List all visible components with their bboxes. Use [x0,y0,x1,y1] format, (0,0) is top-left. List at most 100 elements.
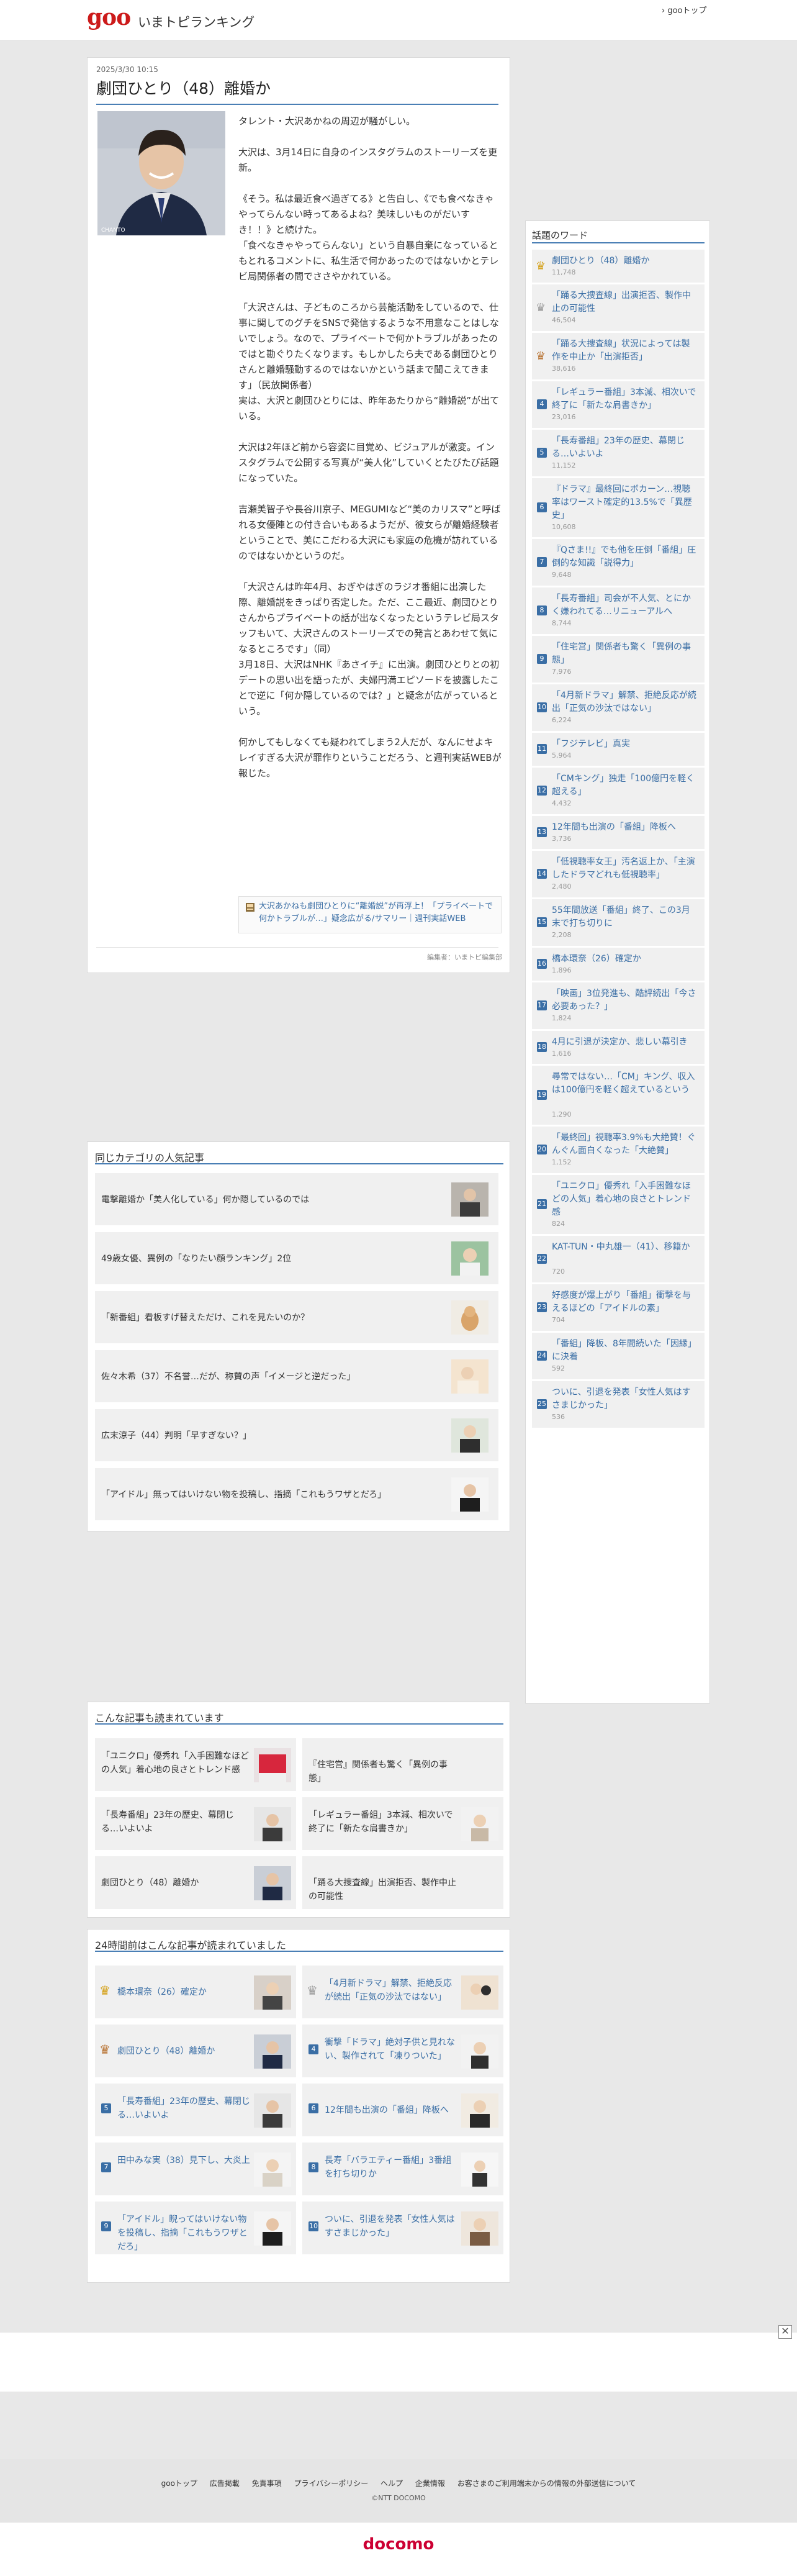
footer-link-disclaimer[interactable]: 免責事項 [252,2479,282,2488]
docomo-logo[interactable]: docomo [0,2535,797,2554]
sidebar-item[interactable]: 24 「番組」降板、8年間続いた「因縁」に決着 592 [532,1333,705,1380]
grid-item[interactable]: 劇団ひとり（48）離婚か [95,1856,296,1909]
grid-item[interactable]: 「踊る大捜査線」出演拒否、製作中止の可能性 [302,1856,503,1909]
ranking-item-title: ついに、引退を発表「女性人気はすさまじかった」 [325,2215,455,2238]
list-item-title: 佐々木希（37）不名誉…だが、称賛の声「イメージと逆だった」 [101,1372,356,1382]
sidebar-item-title: 「住宅営」関係者も驚く「異例の事態」 [552,642,691,665]
grid-item[interactable]: 『住宅営』関係者も驚く「異例の事態」 [302,1738,503,1791]
ranking-item[interactable]: 4 衝撃「ドラマ」絶対子供と見れない、製作されて「凍りついた」 [302,2025,503,2077]
ranking-item-title: 田中みな実（38）見下し、大炎上 [117,2156,250,2166]
article-paragraph: 大沢は、3月14日に自身のインスタグラムのストーリーズを更新。 [238,147,498,173]
list-item[interactable]: 佐々木希（37）不名誉…だが、称賛の声「イメージと逆だった」 [95,1350,498,1403]
sidebar-item[interactable]: 12 「CMキング」独走「100億円を軽く超える」 4,432 [532,768,705,815]
view-count: 11,152 [552,461,576,469]
ranking-item[interactable]: 8 長寿「バラエティー番組」3番組を打ち切りか [302,2143,503,2195]
rank-badge: 20 [537,1145,547,1154]
article-thumbnail [254,2093,291,2128]
view-count: 2,208 [552,931,572,939]
sidebar-item[interactable]: 16 橋本環奈（26）確定か 1,896 [532,948,705,981]
footer-link-company[interactable]: 企業情報 [415,2479,445,2488]
ranking-item-title: 劇団ひとり（48）離婚か [117,2046,215,2056]
rank-badge: 8 [537,605,547,615]
article-paragraph: 「大沢さんは、子どものころから芸能活動をしているので、仕事に関してのグチをSNS… [238,302,500,422]
article-title: 劇団ひとり（48）離婚か [96,79,271,98]
sidebar-item[interactable]: 20 「最終回」視聴率3.9%も大絶賛！ぐんぐん面白くなった「大絶賛」 1,152 [532,1127,705,1174]
view-count: 3,736 [552,835,572,843]
list-item[interactable]: 49歳女優、異例の「なりたい顔ランキング」2位 [95,1232,498,1285]
sidebar-item[interactable]: 17 「映画」3位発進も、酷評続出「今さ必要あった？」 1,824 [532,982,705,1030]
grid-item[interactable]: 「レギュラー番組」3本減、相次いで終了に「新たな肩書きか」 [302,1797,503,1850]
sidebar-item[interactable]: 10 「4月新ドラマ」解禁、拒絶反応が続出「正気の沙汰ではない」 6,224 [532,684,705,732]
ranking-item[interactable]: ♛ 劇団ひとり（48）離婚か [95,2025,296,2077]
site-name[interactable]: いまトピランキング [138,12,254,31]
sidebar-item[interactable]: 7 『Qさま!!』でも他を圧倒「番組」圧倒的な知識「説得力」 9,648 [532,539,705,586]
rank-badge: 13 [537,827,547,837]
sidebar-item[interactable]: ♛ 「踊る大捜査線」状況によっては製作を中止か「出演拒否」 38,616 [532,333,705,380]
ranking-item[interactable]: ♛ 橋本環奈（26）確定か [95,1966,296,2018]
view-count: 1,616 [552,1050,572,1058]
grid-item[interactable]: 「ユニクロ」優秀れ「入手困難なほどの人気」着心地の良さとトレンド感 [95,1738,296,1791]
ranking-item[interactable]: 9 「アイドル」睨ってはいけない物を投稿し、指摘「これもうワザとだろ」 [95,2202,296,2254]
close-ad-button[interactable]: ✕ [778,2325,792,2339]
gold-crown-icon: ♛ [536,260,546,273]
rank-badge: 4 [537,399,547,409]
sidebar-item[interactable]: ♛ 「踊る大捜査線」出演拒否、製作中止の可能性 46,504 [532,284,705,332]
footer-link-help[interactable]: ヘルプ [380,2479,403,2488]
article-thumbnail [451,1241,489,1276]
rank-badge: 5 [101,2103,111,2113]
rank-badge: 22 [537,1254,547,1264]
article-thumbnail [451,1359,489,1394]
sidebar-item-title: 「CMキング」独走「100億円を軽く超える」 [552,774,695,797]
sidebar-item[interactable]: ♛ 劇団ひとり（48）離婚か 11,748 [532,250,705,283]
sidebar-item[interactable]: 11 「フジテレビ」真実 5,964 [532,733,705,766]
sidebar-item[interactable]: 18 4月に引退が決定か、悲しい幕引き 1,616 [532,1031,705,1064]
footer-link-privacy[interactable]: プライバシーポリシー [294,2479,368,2488]
ranking-item[interactable]: 7 田中みな実（38）見下し、大炎上 [95,2143,296,2195]
rank-badge: 10 [308,2221,318,2231]
title-underline [96,104,498,105]
sidebar-item[interactable]: 8 「長寿番組」司会が不人気、とにかく嫌われてる…リニューアルへ 8,744 [532,587,705,635]
footer-link-advertising[interactable]: 広告掲載 [210,2479,240,2488]
sidebar-item[interactable]: 6 『ドラマ』最終回にボカーン…視聴率はワースト確定的13.5%で「異歴史」 10,… [532,478,705,538]
view-count: 11,748 [552,268,576,276]
view-count: 1,152 [552,1158,572,1166]
ranking-item[interactable]: 6 12年間も出演の「番組」降板へ [302,2084,503,2136]
view-count: 10,608 [552,523,576,531]
rank-badge: 4 [308,2044,318,2054]
ranking-item-title: 「長寿番組」23年の歴史、幕閉じる…いよいよ [117,2097,250,2120]
goo-logo[interactable]: goo [87,6,131,29]
sidebar-item[interactable]: 22 KAT-TUN・中丸雄一（41）、移籍か 720 [532,1236,705,1283]
list-item[interactable]: 電撃離婚か「美人化している」何か隠しているのでは [95,1173,498,1226]
sidebar-item[interactable]: 5 「長寿番組」23年の歴史、幕閉じる…いよいよ 11,152 [532,430,705,477]
goo-top-link[interactable]: › gooトップ [662,4,707,16]
sidebar-item[interactable]: 23 好感度が爆上がり「番組」衝撃を与えるほどの「アイドルの素」 704 [532,1284,705,1331]
footer-link-external-transmission[interactable]: お客さまのご利用端末からの情報の外部送信について [457,2479,636,2488]
article-thumbnail [461,2211,498,2246]
grid-item[interactable]: 「長寿番組」23年の歴史、幕閉じる…いよいよ [95,1797,296,1850]
sidebar-item[interactable]: 4 「レギュラー番組」3本減、相次いで終了に「新たな肩書きか」 23,016 [532,381,705,429]
list-item[interactable]: 「新番組」看板すげ替えただけ、これを見たいのか？ [95,1291,498,1344]
ranking-item[interactable]: 10 ついに、引退を発表「女性人気はすさまじかった」 [302,2202,503,2254]
grid-item-title: 劇団ひとり（48）離婚か [101,1878,199,1888]
sidebar-item-title: 『Qさま!!』でも他を圧倒「番組」圧倒的な知識「説得力」 [552,545,696,568]
footer-link-goo-top[interactable]: gooトップ [161,2479,197,2488]
article-paragraph: 何かしてもしなくても疑われてしまう2人だが、なんにせよキレイすぎる大沢が罪作りと… [238,737,502,779]
sidebar-item[interactable]: 21 「ユニクロ」優秀れ「入手困難なほどの人気」着心地の良さとトレンド感 824 [532,1175,705,1235]
sidebar-item[interactable]: 13 12年間も出演の「番組」降板へ 3,736 [532,816,705,850]
article-paragraph: 「大沢さんは昨年4月、おぎやはぎのラジオ番組に出演した際、離婚説をきっぱり否定し… [238,581,500,717]
list-item[interactable]: 広末涼子（44）判明「早すぎない？」 [95,1409,498,1462]
sidebar-item[interactable]: 25 ついに、引退を発表「女性人気はすさまじかった」 536 [532,1381,705,1428]
sidebar-item[interactable]: 15 55年間放送「番組」終了、この3月末で打ち切りに 2,208 [532,899,705,946]
list-item[interactable]: 「アイドル」無ってはいけない物を投稿し、指摘「これもうワザとだろ」 [95,1468,498,1521]
sidebar-item[interactable]: 14 「低視聴率女王」汚名返上か、「主演したドラマどれも低視聴率」 2,480 [532,851,705,898]
sidebar-item[interactable]: 19 尋常ではない…「CM」キング、収入は100億円を軽く超えているという 1,29… [532,1066,705,1125]
rank-badge: 7 [101,2162,111,2172]
sidebar-item[interactable]: 9 「住宅営」関係者も驚く「異例の事態」 7,976 [532,636,705,683]
ranking-item[interactable]: ♛ 「4月新ドラマ」解禁、拒絶反応が続出「正気の沙汰ではない」 [302,1966,503,2018]
view-count: 1,824 [552,1014,572,1022]
ranking-item[interactable]: 5 「長寿番組」23年の歴史、幕閉じる…いよいよ [95,2084,296,2136]
article-thumbnail [461,1807,498,1841]
sidebar-item-title: 「ユニクロ」優秀れ「入手困難なほどの人気」着心地の良さとトレンド感 [552,1181,691,1217]
view-count: 2,480 [552,882,572,891]
related-article-link[interactable]: 大沢あかねも劇団ひとりに“離婚説”が再浮上！「プライベートで何かトラブルが…」疑… [238,896,502,933]
